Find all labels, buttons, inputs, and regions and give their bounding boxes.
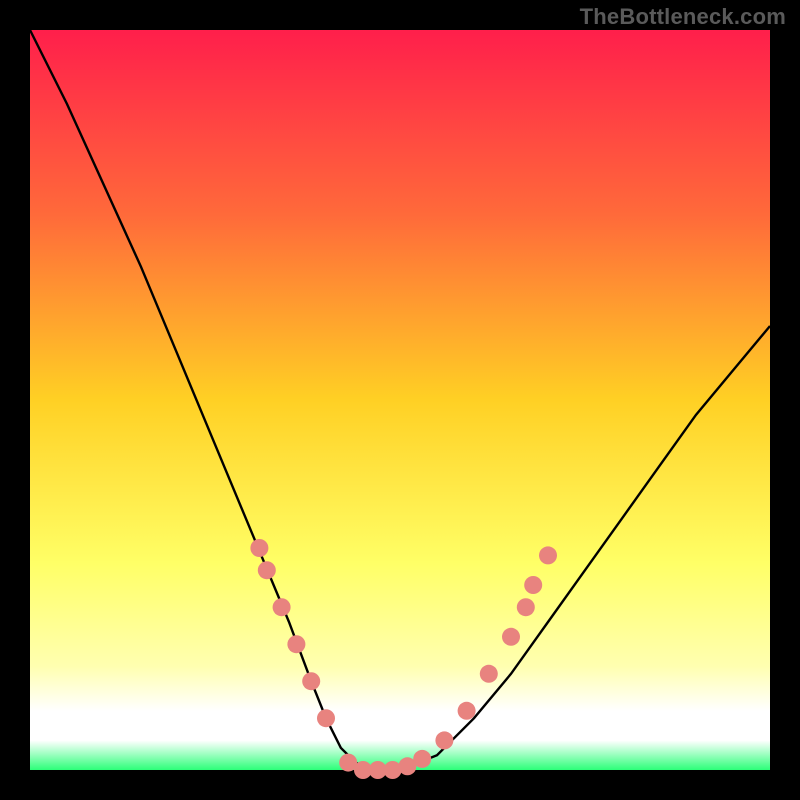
plot-area — [30, 30, 770, 770]
curve-marker — [524, 576, 542, 594]
curve-marker — [317, 709, 335, 727]
curve-marker — [258, 561, 276, 579]
bottleneck-chart — [0, 0, 800, 800]
curve-marker — [413, 750, 431, 768]
curve-marker — [287, 635, 305, 653]
curve-marker — [539, 546, 557, 564]
curve-marker — [302, 672, 320, 690]
watermark-text: TheBottleneck.com — [580, 4, 786, 30]
curve-marker — [502, 628, 520, 646]
curve-marker — [273, 598, 291, 616]
curve-marker — [480, 665, 498, 683]
curve-marker — [435, 731, 453, 749]
curve-marker — [517, 598, 535, 616]
chart-stage: TheBottleneck.com — [0, 0, 800, 800]
curve-marker — [250, 539, 268, 557]
curve-marker — [458, 702, 476, 720]
